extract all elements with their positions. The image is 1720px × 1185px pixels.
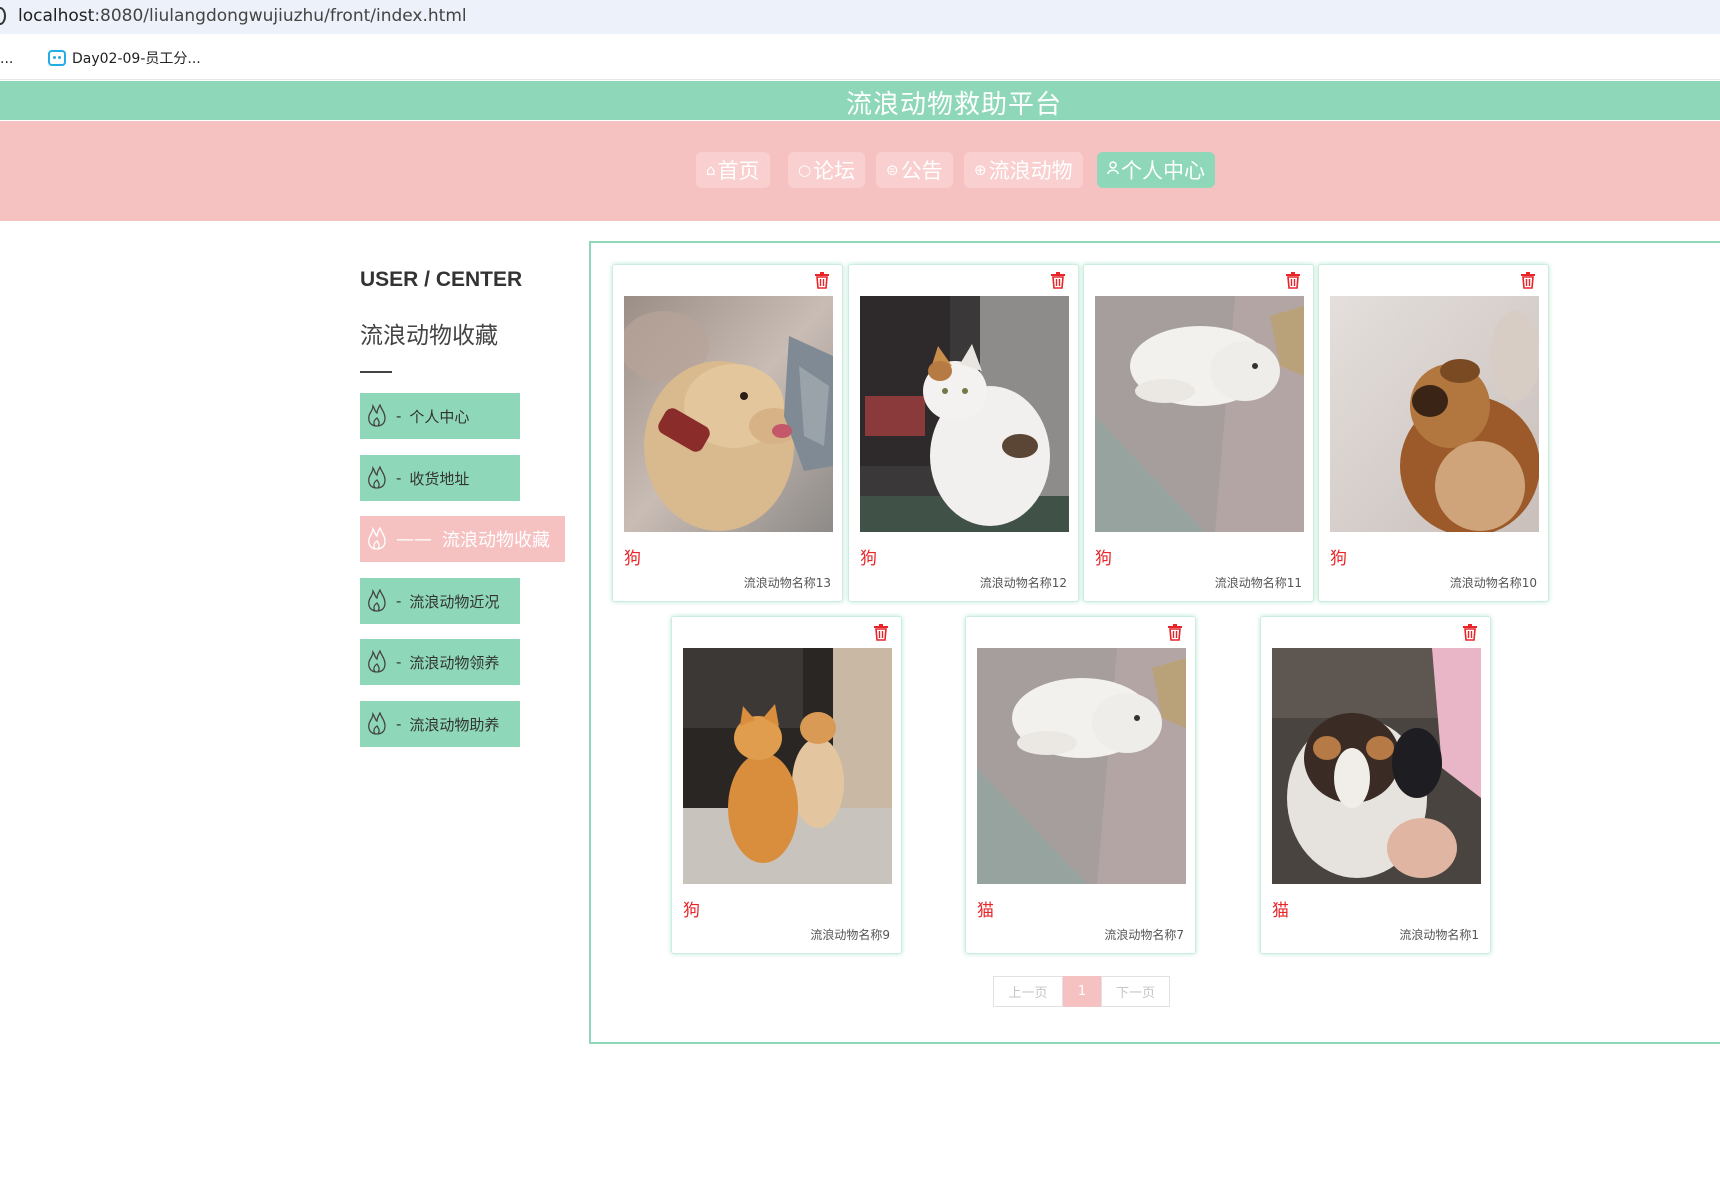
animal-photo[interactable] bbox=[1272, 648, 1481, 884]
trash-icon[interactable] bbox=[1284, 271, 1302, 289]
favorite-card[interactable]: 狗 流浪动物名称13 bbox=[612, 264, 843, 602]
sidebar-sep: —— bbox=[396, 528, 432, 550]
home-icon: ⌂ bbox=[706, 161, 716, 179]
nav-label: 流浪动物 bbox=[988, 159, 1073, 183]
trash-icon[interactable] bbox=[1166, 623, 1184, 641]
animal-photo[interactable] bbox=[977, 648, 1186, 884]
flame-icon bbox=[368, 712, 386, 735]
animal-name: 流浪动物名称11 bbox=[1214, 576, 1302, 590]
prev-page-button[interactable]: 上一页 bbox=[993, 976, 1063, 1007]
animal-photo[interactable] bbox=[624, 296, 833, 532]
next-page-button[interactable]: 下一页 bbox=[1101, 976, 1170, 1007]
animal-type: 猫 bbox=[1272, 901, 1289, 921]
sidebar-label: 流浪动物收藏 bbox=[442, 530, 550, 551]
animal-name: 流浪动物名称12 bbox=[979, 576, 1067, 590]
sidebar-item-adoption[interactable]: - 流浪动物领养 bbox=[360, 639, 520, 685]
bookmark-partial[interactable]: 组... bbox=[0, 48, 13, 68]
sidebar-item-favorites[interactable]: —— 流浪动物收藏 bbox=[360, 516, 565, 562]
nav-label: 个人中心 bbox=[1121, 159, 1205, 183]
notice-icon: ⊜ bbox=[886, 161, 899, 179]
sidebar-label: 流浪动物近况 bbox=[409, 592, 500, 611]
trash-icon[interactable] bbox=[1049, 271, 1067, 289]
animal-name: 流浪动物名称13 bbox=[743, 576, 831, 590]
main-nav: ⌂ 首页 ○ 论坛 ⊜ 公告 ⊕ 流浪动物 个人中心 bbox=[0, 121, 1720, 221]
flame-icon bbox=[368, 650, 386, 673]
nav-label: 论坛 bbox=[813, 159, 856, 183]
animal-photo[interactable] bbox=[1095, 296, 1304, 532]
sidebar-sep: - bbox=[396, 407, 402, 425]
animal-name: 流浪动物名称10 bbox=[1449, 576, 1537, 590]
nav-notice[interactable]: ⊜ 公告 bbox=[876, 152, 953, 188]
animal-type: 猫 bbox=[977, 901, 994, 921]
sidebar-label: 流浪动物领养 bbox=[409, 653, 500, 672]
favorite-card[interactable]: 狗 流浪动物名称9 bbox=[671, 616, 902, 954]
nav-forum[interactable]: ○ 论坛 bbox=[788, 152, 866, 188]
nav-stray-animals[interactable]: ⊕ 流浪动物 bbox=[964, 152, 1083, 188]
sidebar-label: 个人中心 bbox=[409, 407, 470, 426]
site-title: 流浪动物救助平台 bbox=[846, 90, 1063, 120]
bilibili-icon bbox=[48, 50, 66, 66]
sidebar-heading: USER / CENTER bbox=[360, 268, 523, 291]
page-number-button[interactable]: 1 bbox=[1063, 976, 1101, 1007]
sidebar-divider bbox=[360, 371, 392, 373]
nav-label: 公告 bbox=[900, 159, 943, 183]
favorite-card[interactable]: 狗 流浪动物名称10 bbox=[1318, 264, 1549, 602]
site-info-icon[interactable] bbox=[0, 7, 6, 25]
sidebar-label: 收货地址 bbox=[409, 469, 470, 488]
flame-icon bbox=[368, 527, 386, 550]
sidebar-item-user-center[interactable]: - 个人中心 bbox=[360, 393, 520, 439]
nav-label: 首页 bbox=[717, 159, 760, 183]
favorite-card[interactable]: 狗 流浪动物名称12 bbox=[848, 264, 1079, 602]
favorite-card[interactable]: 猫 流浪动物名称7 bbox=[965, 616, 1196, 954]
nav-user-center[interactable]: 个人中心 bbox=[1097, 152, 1215, 188]
animal-photo[interactable] bbox=[683, 648, 892, 884]
animal-type: 狗 bbox=[860, 549, 877, 569]
animal-name: 流浪动物名称7 bbox=[1104, 928, 1184, 942]
animal-type: 狗 bbox=[624, 549, 641, 569]
bookmarks-bar: 组... Day02-09-员工分... bbox=[0, 34, 1720, 80]
sidebar-item-sponsor[interactable]: - 流浪动物助养 bbox=[360, 701, 520, 747]
animal-name: 流浪动物名称9 bbox=[810, 928, 890, 942]
forum-icon: ○ bbox=[798, 161, 812, 179]
sidebar-sep: - bbox=[396, 653, 402, 671]
trash-icon[interactable] bbox=[1461, 623, 1479, 641]
url-text[interactable]: localhost:8080/liulangdongwujiuzhu/front… bbox=[18, 6, 467, 26]
bookmark-label: Day02-09-员工分... bbox=[72, 51, 201, 67]
trash-icon[interactable] bbox=[813, 271, 831, 289]
user-icon bbox=[1107, 161, 1119, 179]
site-header: 流浪动物救助平台 bbox=[0, 81, 1720, 120]
sidebar-item-address[interactable]: - 收货地址 bbox=[360, 455, 520, 501]
flame-icon bbox=[368, 404, 386, 427]
trash-icon[interactable] bbox=[1519, 271, 1537, 289]
animal-name: 流浪动物名称1 bbox=[1399, 928, 1479, 942]
sidebar-sep: - bbox=[396, 715, 402, 733]
animal-photo[interactable] bbox=[1330, 296, 1539, 532]
sidebar-item-status[interactable]: - 流浪动物近况 bbox=[360, 578, 520, 624]
sidebar-subtitle: 流浪动物收藏 bbox=[360, 323, 498, 349]
flame-icon bbox=[368, 589, 386, 612]
trash-icon[interactable] bbox=[872, 623, 890, 641]
flame-icon bbox=[368, 466, 386, 489]
bookmark-day02[interactable]: Day02-09-员工分... bbox=[48, 48, 201, 68]
sidebar-label: 流浪动物助养 bbox=[409, 715, 500, 734]
sidebar-sep: - bbox=[396, 592, 402, 610]
favorite-card[interactable]: 猫 流浪动物名称1 bbox=[1260, 616, 1491, 954]
animal-type: 狗 bbox=[683, 901, 700, 921]
favorite-card[interactable]: 狗 流浪动物名称11 bbox=[1083, 264, 1314, 602]
address-bar[interactable]: localhost:8080/liulangdongwujiuzhu/front… bbox=[0, 0, 1720, 34]
animal-photo[interactable] bbox=[860, 296, 1069, 532]
sidebar-sep: - bbox=[396, 469, 402, 487]
animal-type: 狗 bbox=[1330, 549, 1347, 569]
animal-type: 狗 bbox=[1095, 549, 1112, 569]
pagination: 上一页 1 下一页 bbox=[993, 976, 1170, 1007]
globe-icon: ⊕ bbox=[974, 161, 987, 179]
nav-home[interactable]: ⌂ 首页 bbox=[696, 152, 770, 188]
